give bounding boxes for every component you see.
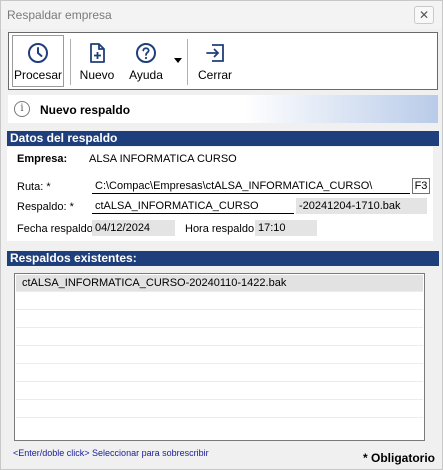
nuevo-button[interactable]: Nuevo xyxy=(73,33,121,89)
procesar-label: Procesar xyxy=(13,68,63,82)
required-note: * Obligatorio xyxy=(363,451,435,465)
toolbar-separator xyxy=(70,39,71,85)
toolbar: Procesar Nuevo Ayuda Cerrar xyxy=(8,32,438,90)
status-message: Nuevo respaldo xyxy=(40,103,131,117)
existentes-section-header: Respaldos existentes: xyxy=(7,251,439,266)
toolbar-separator xyxy=(187,39,188,85)
exit-icon xyxy=(206,44,224,62)
ruta-label: Ruta: * xyxy=(17,181,51,193)
title-bar: Respaldar empresa ✕ xyxy=(1,1,442,29)
ayuda-label: Ayuda xyxy=(129,68,163,82)
respaldo-label: Respaldo: * xyxy=(17,201,74,213)
window-title: Respaldar empresa xyxy=(7,8,112,22)
browse-folder-button[interactable]: F3 xyxy=(412,178,430,194)
list-row-empty xyxy=(16,401,423,418)
ayuda-button[interactable]: Ayuda xyxy=(123,33,169,89)
list-row-empty xyxy=(16,365,423,382)
cerrar-label: Cerrar xyxy=(197,68,232,82)
backups-list[interactable]: ctALSA_INFORMATICA_CURSO-20240110-1422.b… xyxy=(14,273,425,441)
datos-section-header: Datos del respaldo xyxy=(7,131,439,146)
respaldo-suffix: -20241204-1710.bak xyxy=(296,198,427,214)
respaldo-input[interactable]: ctALSA_INFORMATICA_CURSO xyxy=(92,198,294,214)
cerrar-button[interactable]: Cerrar xyxy=(191,33,239,89)
ayuda-dropdown-arrow-icon[interactable] xyxy=(174,58,182,63)
list-row-empty xyxy=(16,293,423,310)
empresa-label: Empresa: xyxy=(17,153,68,165)
list-row-empty xyxy=(16,311,423,328)
datos-panel: Empresa: ALSA INFORMATICA CURSO Ruta: * … xyxy=(7,147,433,241)
info-icon: i xyxy=(14,101,30,117)
fecha-value: 04/12/2024 xyxy=(92,220,175,236)
hora-value: 17:10 xyxy=(255,220,317,236)
list-item[interactable]: ctALSA_INFORMATICA_CURSO-20240110-1422.b… xyxy=(16,275,423,292)
list-row-empty xyxy=(16,383,423,400)
list-row-empty xyxy=(16,329,423,346)
clock-icon xyxy=(28,43,48,63)
empresa-value: ALSA INFORMATICA CURSO xyxy=(89,153,237,165)
overwrite-hint: <Enter/doble click> Seleccionar para sob… xyxy=(13,448,209,458)
fecha-label: Fecha respaldo xyxy=(17,223,93,235)
list-row-empty xyxy=(16,347,423,364)
procesar-button[interactable]: Procesar xyxy=(9,33,67,89)
hora-label: Hora respaldo xyxy=(185,223,255,235)
list-row-empty xyxy=(16,419,423,436)
backup-dialog: Respaldar empresa ✕ Procesar Nuevo Ayuda… xyxy=(0,0,443,470)
ruta-input[interactable]: C:\Compac\Empresas\ctALSA_INFORMATICA_CU… xyxy=(92,178,410,194)
status-info-bar: i Nuevo respaldo xyxy=(8,95,438,123)
nuevo-label: Nuevo xyxy=(79,68,115,82)
close-window-button[interactable]: ✕ xyxy=(414,6,434,24)
help-icon xyxy=(136,43,156,63)
new-document-icon xyxy=(90,43,105,63)
